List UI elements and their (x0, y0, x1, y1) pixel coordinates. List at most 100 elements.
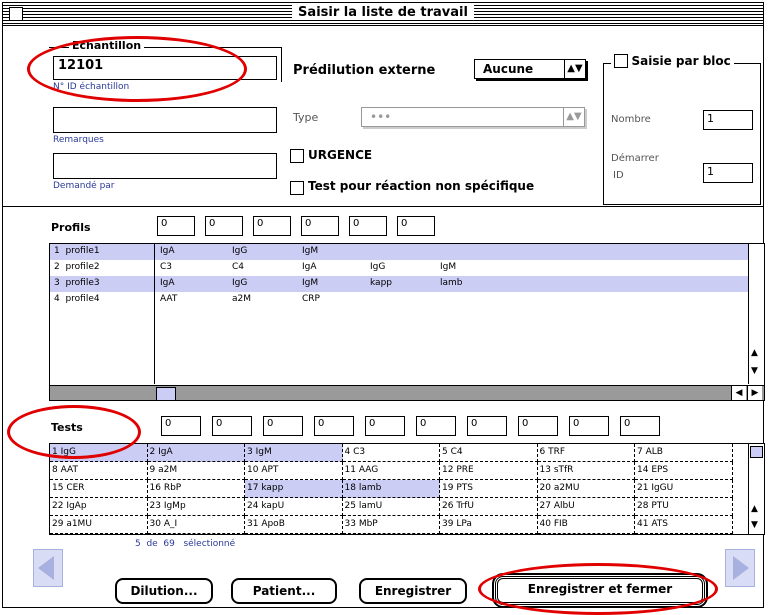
test-cell[interactable]: 4 C3 (342, 444, 440, 462)
close-box[interactable] (9, 7, 23, 21)
right-arrow-icon (733, 556, 749, 580)
urgence-label: URGENCE (308, 148, 373, 162)
test-cell[interactable]: 13 sTfR (537, 462, 635, 480)
profile-input[interactable]: 0 (349, 216, 387, 236)
tests-vertical-scrollbar[interactable]: ▲ ▼ (748, 444, 764, 534)
urgence-checkbox[interactable] (290, 149, 304, 163)
profile-test: IgG (232, 278, 248, 288)
scroll-right-arrow-icon[interactable]: ▶ (747, 386, 762, 400)
test-cell[interactable]: 10 APT (245, 462, 343, 480)
scroll-left-arrow-icon[interactable]: ◀ (731, 386, 746, 400)
test-cell[interactable]: 29 a1MU (50, 516, 148, 534)
test-cell[interactable]: 8 AAT (50, 462, 148, 480)
predilution-select[interactable]: Aucune ▲▼ (474, 59, 586, 79)
left-arrow-icon (38, 556, 54, 580)
demarrer-id-field[interactable]: 1 (703, 163, 753, 183)
profiles-vertical-scrollbar[interactable]: ▲ ▼ (748, 244, 764, 384)
profile-test: C4 (232, 262, 245, 272)
profile-input[interactable]: 0 (301, 216, 339, 236)
test-cell[interactable]: 39 LPa (440, 516, 538, 534)
tests-grid[interactable]: 1 IgG 2 IgA 3 IgM 4 C3 5 C4 6 TRF 7 ALB 8 AAT 9 … (49, 443, 765, 535)
test-cell[interactable]: 1 IgG (50, 444, 148, 462)
remarks-field[interactable] (53, 107, 277, 133)
test-input[interactable]: 0 (314, 416, 354, 436)
title-bar[interactable]: Saisir la liste de travail (3, 3, 763, 26)
test-input[interactable]: 0 (161, 416, 201, 436)
updown-arrow-icon: ▲▼ (563, 108, 584, 126)
profile-test: kapp (370, 278, 392, 288)
profiles-list[interactable]: 1 profile1 IgA IgG IgM 2 profile2 C3 C4 IgA IgG I… (49, 243, 765, 401)
nombre-field[interactable]: 1 (703, 110, 753, 130)
test-input[interactable]: 0 (467, 416, 507, 436)
block-entry-checkbox[interactable] (614, 54, 628, 68)
test-cell[interactable]: 2 IgA (147, 444, 245, 462)
profile-test: IgM (440, 262, 457, 272)
profile-test: lamb (440, 278, 463, 288)
test-input[interactable]: 0 (518, 416, 558, 436)
previous-arrow-button[interactable] (33, 549, 63, 587)
test-cell[interactable]: 21 IgGU (635, 480, 733, 498)
test-cell[interactable]: 5 C4 (440, 444, 538, 462)
test-cell[interactable]: 33 MbP (342, 516, 440, 534)
test-cell[interactable]: 41 ATS (635, 516, 733, 534)
test-cell[interactable]: 14 EPS (635, 462, 733, 480)
profiles-horizontal-scrollbar[interactable]: ◀ ▶ (50, 385, 764, 400)
test-cell[interactable]: 22 IgAp (50, 498, 148, 516)
test-input[interactable]: 0 (569, 416, 609, 436)
next-arrow-button[interactable] (725, 549, 755, 587)
test-cell[interactable]: 28 PTU (635, 498, 733, 516)
patient-button[interactable]: Patient... (231, 578, 337, 604)
test-cell[interactable]: 40 FIB (537, 516, 635, 534)
test-cell[interactable]: 19 PTS (440, 480, 538, 498)
profile-input[interactable]: 0 (157, 216, 195, 236)
test-cell[interactable]: 7 ALB (635, 444, 733, 462)
test-cell[interactable]: 18 lamb (342, 480, 440, 498)
save-button[interactable]: Enregistrer (359, 578, 467, 604)
test-input[interactable]: 0 (416, 416, 456, 436)
sample-id-field[interactable]: 12101 (53, 56, 277, 80)
test-cell[interactable]: 17 kapp (245, 480, 343, 498)
demarrer-label-line2: ID (613, 170, 624, 181)
test-input[interactable]: 0 (365, 416, 405, 436)
dialog-window: Saisir la liste de travail Echantillon 1… (2, 2, 765, 615)
test-cell[interactable]: 30 A_I (147, 516, 245, 534)
echantillon-group-label: Echantillon (69, 39, 145, 52)
demarrer-label-line1: Démarrer (611, 153, 659, 164)
test-cell[interactable]: 3 IgM (245, 444, 343, 462)
scroll-thumb[interactable] (156, 387, 176, 400)
profile-name: 3 profile3 (54, 278, 100, 288)
scroll-up-arrow-icon[interactable]: ▲ (751, 504, 758, 514)
test-cell[interactable]: 31 ApoB (245, 516, 343, 534)
predilution-label: Prédilution externe (293, 63, 436, 78)
test-input[interactable]: 0 (263, 416, 303, 436)
test-cell[interactable]: 15 CER (50, 480, 148, 498)
test-cell[interactable]: 6 TRF (537, 444, 635, 462)
requested-by-field[interactable] (53, 153, 277, 179)
test-cell[interactable]: 24 kapU (245, 498, 343, 516)
scroll-down-arrow-icon[interactable]: ▼ (751, 520, 758, 530)
scroll-thumb[interactable] (750, 446, 763, 458)
test-cell[interactable]: 27 AlbU (537, 498, 635, 516)
profile-input[interactable]: 0 (397, 216, 435, 236)
profile-name: 1 profile1 (54, 246, 100, 256)
scroll-up-arrow-icon[interactable]: ▲ (751, 348, 758, 358)
test-cell[interactable]: 16 RbP (147, 480, 245, 498)
profile-test: IgA (302, 262, 317, 272)
test-input[interactable]: 0 (620, 416, 660, 436)
test-input[interactable]: 0 (212, 416, 252, 436)
scroll-down-arrow-icon[interactable]: ▼ (751, 366, 758, 376)
test-cell[interactable]: 9 a2M (147, 462, 245, 480)
dilution-button[interactable]: Dilution... (115, 578, 213, 604)
profile-name: 2 profile2 (54, 262, 100, 272)
profile-input[interactable]: 0 (253, 216, 291, 236)
nonspecific-test-checkbox[interactable] (290, 181, 304, 195)
updown-arrow-icon: ▲▼ (564, 60, 585, 78)
test-cell[interactable]: 23 IgMp (147, 498, 245, 516)
test-cell[interactable]: 11 AAG (342, 462, 440, 480)
test-cell[interactable]: 12 PRE (440, 462, 538, 480)
save-and-close-button[interactable]: Enregistrer et fermer (492, 573, 708, 608)
test-cell[interactable]: 20 a2MU (537, 480, 635, 498)
test-cell[interactable]: 26 TrfU (440, 498, 538, 516)
profile-input[interactable]: 0 (205, 216, 243, 236)
test-cell[interactable]: 25 lamU (342, 498, 440, 516)
